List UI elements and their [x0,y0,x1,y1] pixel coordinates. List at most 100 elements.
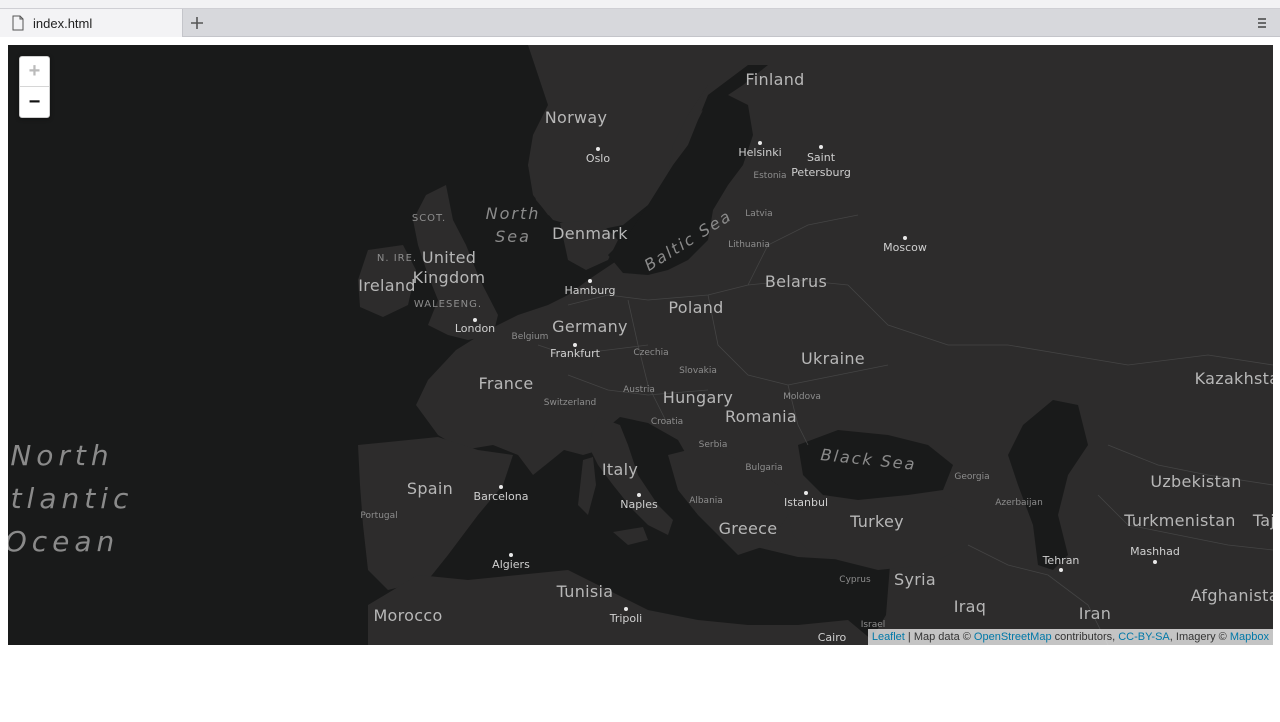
map-label-norway: Norway [545,108,608,127]
attribution-text-1: | Map data © [904,631,974,643]
map-label-greece: Greece [719,519,778,538]
map-label-naples: Naples [620,498,658,511]
map-label-cairo: Cairo [818,631,847,644]
license-link[interactable]: CC-BY-SA [1118,631,1170,643]
map-label-austria: Austria [623,385,655,395]
map-label-kingdom: Kingdom [413,268,486,287]
map-label-atlantic-1: North [10,439,113,472]
map-label-algiers: Algiers [492,558,530,571]
map-label-serbia: Serbia [699,440,728,450]
map-label-lithuania: Lithuania [728,240,770,250]
map-label-france: France [478,374,533,393]
document-icon [12,15,24,31]
map-label-istanbul: Istanbul [784,496,828,509]
map-label-moldova: Moldova [783,392,821,402]
city-marker-tripoli [624,607,628,611]
map-label-united1: United [422,248,476,267]
browser-tab-bar: index.html [0,9,1280,37]
map-label-helsinki: Helsinki [738,146,781,159]
map-label-czechia: Czechia [633,348,668,358]
map-label-syria: Syria [894,570,936,589]
map-label-iran: Iran [1079,604,1111,623]
map-label-finland: Finland [745,70,804,89]
osm-link[interactable]: OpenStreetMap [974,631,1052,643]
map-label-london: London [455,322,495,335]
leaflet-link[interactable]: Leaflet [872,631,905,643]
map-tiles[interactable]: Finland Norway Denmark UnitedKingdomIreland… [8,45,1273,645]
hamburger-icon [1258,18,1266,28]
city-marker-barcelona [499,485,503,489]
plus-icon [191,17,203,29]
map-label-denmark: Denmark [552,224,628,243]
city-marker-saint [819,145,823,149]
map-label-atlantic-2: tlantic [11,482,134,515]
map-label-belarus: Belarus [765,272,827,291]
map-label-barcelona: Barcelona [474,490,529,503]
map-label-ireland: Ireland [358,276,415,295]
tab-title: index.html [33,15,93,31]
map-label-hungary: Hungary [663,388,733,407]
zoom-in-button[interactable]: + [20,57,49,87]
city-marker-mashhad [1153,560,1157,564]
browser-top-strip [0,0,1280,9]
city-marker-algiers [509,553,513,557]
map-attribution: Leaflet | Map data © OpenStreetMap contr… [867,629,1273,645]
map-label-saint: Saint [807,151,836,164]
map-label-cyprus: Cyprus [839,575,871,585]
map-label-estonia: Estonia [753,171,786,181]
new-tab-button[interactable] [186,12,208,34]
map-label-hamburg: Hamburg [565,284,616,297]
map-label-iraq: Iraq [954,597,986,616]
map-label-spain: Spain [407,479,453,498]
map-label-turkey: Turkey [849,512,904,531]
zoom-out-button[interactable]: − [20,87,49,117]
map-label-scot: SCOT. [412,213,446,224]
map-label-albania: Albania [689,496,723,506]
map-label-moscow: Moscow [883,241,927,254]
map-label-turkmenistan: Turkmenistan [1123,511,1236,530]
browser-menu-button[interactable] [1254,13,1270,33]
map-label-uzbekistan: Uzbekistan [1150,472,1241,491]
map-label-slovakia: Slovakia [679,366,717,376]
browser-tab[interactable]: index.html [0,9,183,37]
map-label-waleseng: WALESENG. [414,299,482,310]
map-label-germany: Germany [552,317,628,336]
city-marker-hamburg [588,279,592,283]
zoom-control: + − [19,56,50,118]
map-label-petersburg: Petersburg [791,166,851,179]
map-label-atlantic-3: Ocean [8,525,119,558]
city-marker-istanbul [804,491,808,495]
map-label-morocco: Morocco [373,606,442,625]
city-marker-oslo [596,147,600,151]
map-label-croatia: Croatia [651,417,683,427]
map-label-switzerland: Switzerland [544,398,597,408]
city-marker-moscow [903,236,907,240]
map-label-north-sea-1: North [486,204,541,223]
map-label-italy: Italy [602,460,638,479]
city-marker-helsinki [758,141,762,145]
city-marker-naples [637,493,641,497]
map-label-romania: Romania [725,407,797,426]
map-label-mashhad: Mashhad [1130,545,1180,558]
attribution-text-2: contributors, [1051,631,1119,643]
attribution-text-3: , Imagery © [1169,631,1230,643]
map-label-nire: N. IRE. [377,253,417,264]
map-label-tripoli: Tripoli [609,612,643,625]
map-label-frankfurt: Frankfurt [550,347,600,360]
map-label-taj: Taj [1252,511,1273,530]
map-label-kazakhstan: Kazakhsta [1195,369,1273,388]
map-label-latvia: Latvia [745,209,772,219]
map-label-oslo: Oslo [586,152,610,165]
map-label-tunisia: Tunisia [556,582,614,601]
map-label-north-sea-2: Sea [495,227,531,246]
map-label-afghanistan: Afghanistan [1191,586,1273,605]
map-label-ukraine: Ukraine [801,349,865,368]
map-label-poland: Poland [668,298,723,317]
mapbox-link[interactable]: Mapbox [1230,631,1269,643]
map-label-belgium: Belgium [512,332,549,342]
map-container[interactable]: Finland Norway Denmark United Kingdom Ireland… [8,45,1273,645]
map-label-georgia: Georgia [954,472,989,482]
map-label-azerbaijan: Azerbaijan [995,498,1043,508]
map-label-bulgaria: Bulgaria [745,463,782,473]
map-label-portugal: Portugal [360,511,397,521]
